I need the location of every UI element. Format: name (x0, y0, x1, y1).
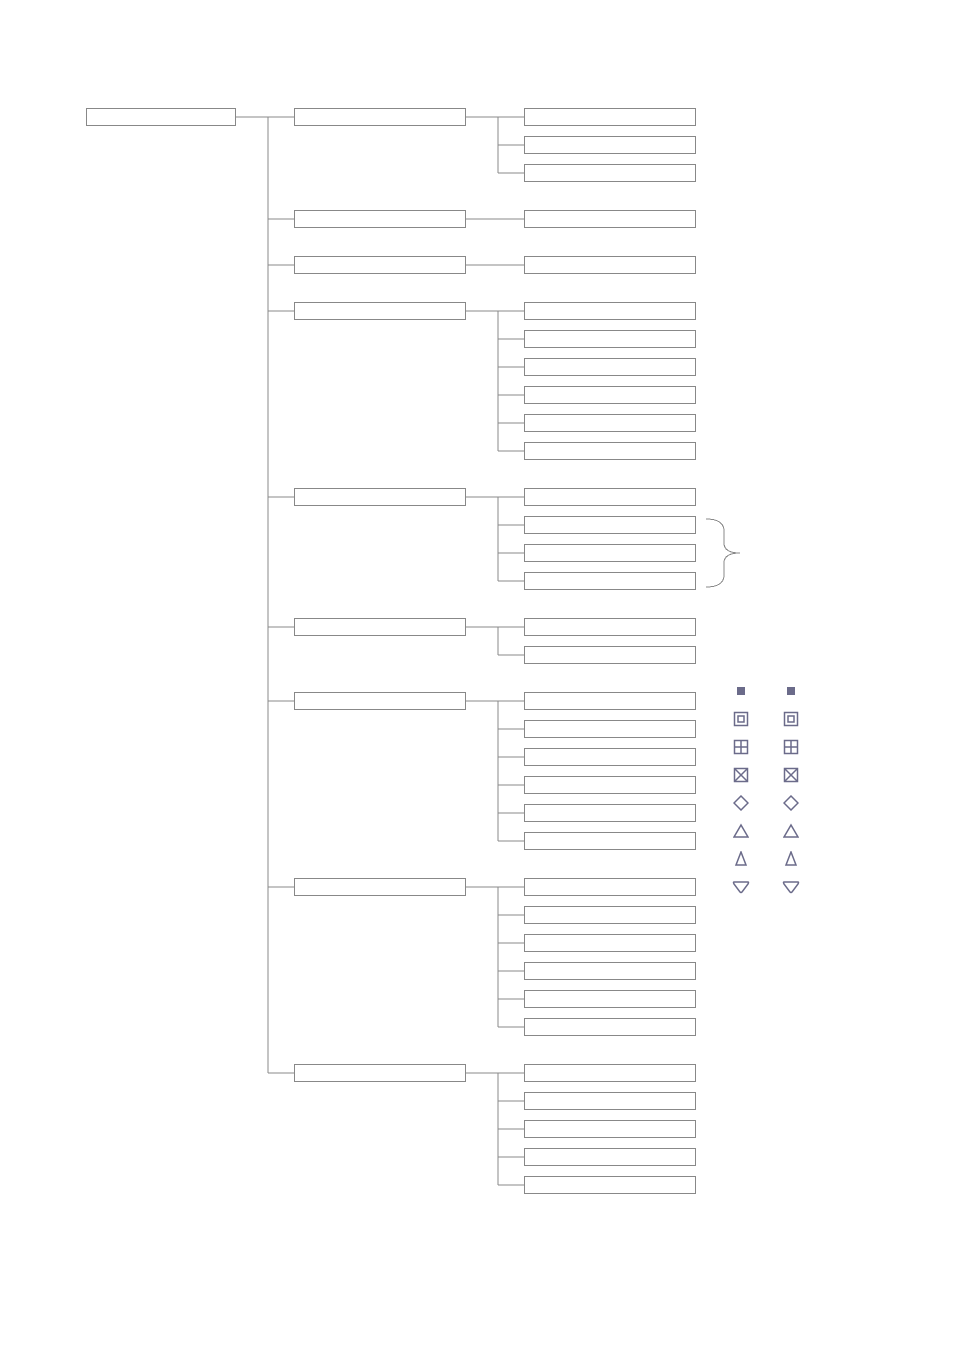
leaf-box-8-2 (524, 1120, 696, 1138)
icon-header-row (716, 677, 816, 705)
root-box (86, 108, 236, 126)
leaf-box-6-5 (524, 832, 696, 850)
grid-square-icon (766, 739, 816, 755)
triangle-down-round-icon (766, 880, 816, 894)
leaf-box-7-5 (524, 1018, 696, 1036)
leaf-box-5-0 (524, 618, 696, 636)
mid-box-5 (294, 618, 466, 636)
leaf-box-6-2 (524, 748, 696, 766)
leaf-box-6-0 (524, 692, 696, 710)
diamond-icon (716, 795, 766, 811)
mid-box-1 (294, 210, 466, 228)
header-marker-icon (716, 685, 766, 697)
leaf-box-3-3 (524, 386, 696, 404)
grid-square-icon (716, 739, 766, 755)
leaf-box-6-4 (524, 804, 696, 822)
diamond-icon (766, 795, 816, 811)
leaf-box-1-0 (524, 210, 696, 228)
mid-box-2 (294, 256, 466, 274)
mid-box-4 (294, 488, 466, 506)
leaf-box-3-0 (524, 302, 696, 320)
leaf-box-2-0 (524, 256, 696, 274)
leaf-box-7-1 (524, 906, 696, 924)
leaf-box-0-1 (524, 136, 696, 154)
leaf-box-8-4 (524, 1176, 696, 1194)
header-marker-icon (766, 685, 816, 697)
leaf-box-4-0 (524, 488, 696, 506)
leaf-box-8-1 (524, 1092, 696, 1110)
leaf-box-6-3 (524, 776, 696, 794)
leaf-box-3-1 (524, 330, 696, 348)
triangle-up-icon (716, 823, 766, 839)
icon-row-grid-square (716, 733, 816, 761)
leaf-box-7-0 (524, 878, 696, 896)
open-square-icon (716, 711, 766, 727)
x-square-icon (716, 767, 766, 783)
mid-box-3 (294, 302, 466, 320)
icon-row-open-square (716, 705, 816, 733)
mid-box-0 (294, 108, 466, 126)
leaf-box-4-3 (524, 572, 696, 590)
leaf-box-4-1 (524, 516, 696, 534)
icon-row-diamond (716, 789, 816, 817)
mid-box-6 (294, 692, 466, 710)
mid-box-7 (294, 878, 466, 896)
mid-box-8 (294, 1064, 466, 1082)
leaf-box-3-2 (524, 358, 696, 376)
narrow-triangle-up-icon (716, 851, 766, 867)
leaf-box-7-2 (524, 934, 696, 952)
leaf-box-8-3 (524, 1148, 696, 1166)
leaf-box-0-0 (524, 108, 696, 126)
triangle-up-icon (766, 823, 816, 839)
icon-row-triangle-up (716, 817, 816, 845)
leaf-box-0-2 (524, 164, 696, 182)
leaf-box-3-5 (524, 442, 696, 460)
leaf-box-5-1 (524, 646, 696, 664)
leaf-box-3-4 (524, 414, 696, 432)
icon-row-triangle-down-round (716, 873, 816, 901)
icon-row-narrow-triangle-up (716, 845, 816, 873)
narrow-triangle-up-icon (766, 851, 816, 867)
leaf-box-6-1 (524, 720, 696, 738)
leaf-box-7-3 (524, 962, 696, 980)
icon-row-x-square (716, 761, 816, 789)
open-square-icon (766, 711, 816, 727)
leaf-box-8-0 (524, 1064, 696, 1082)
leaf-box-7-4 (524, 990, 696, 1008)
x-square-icon (766, 767, 816, 783)
leaf-box-4-2 (524, 544, 696, 562)
triangle-down-round-icon (716, 880, 766, 894)
